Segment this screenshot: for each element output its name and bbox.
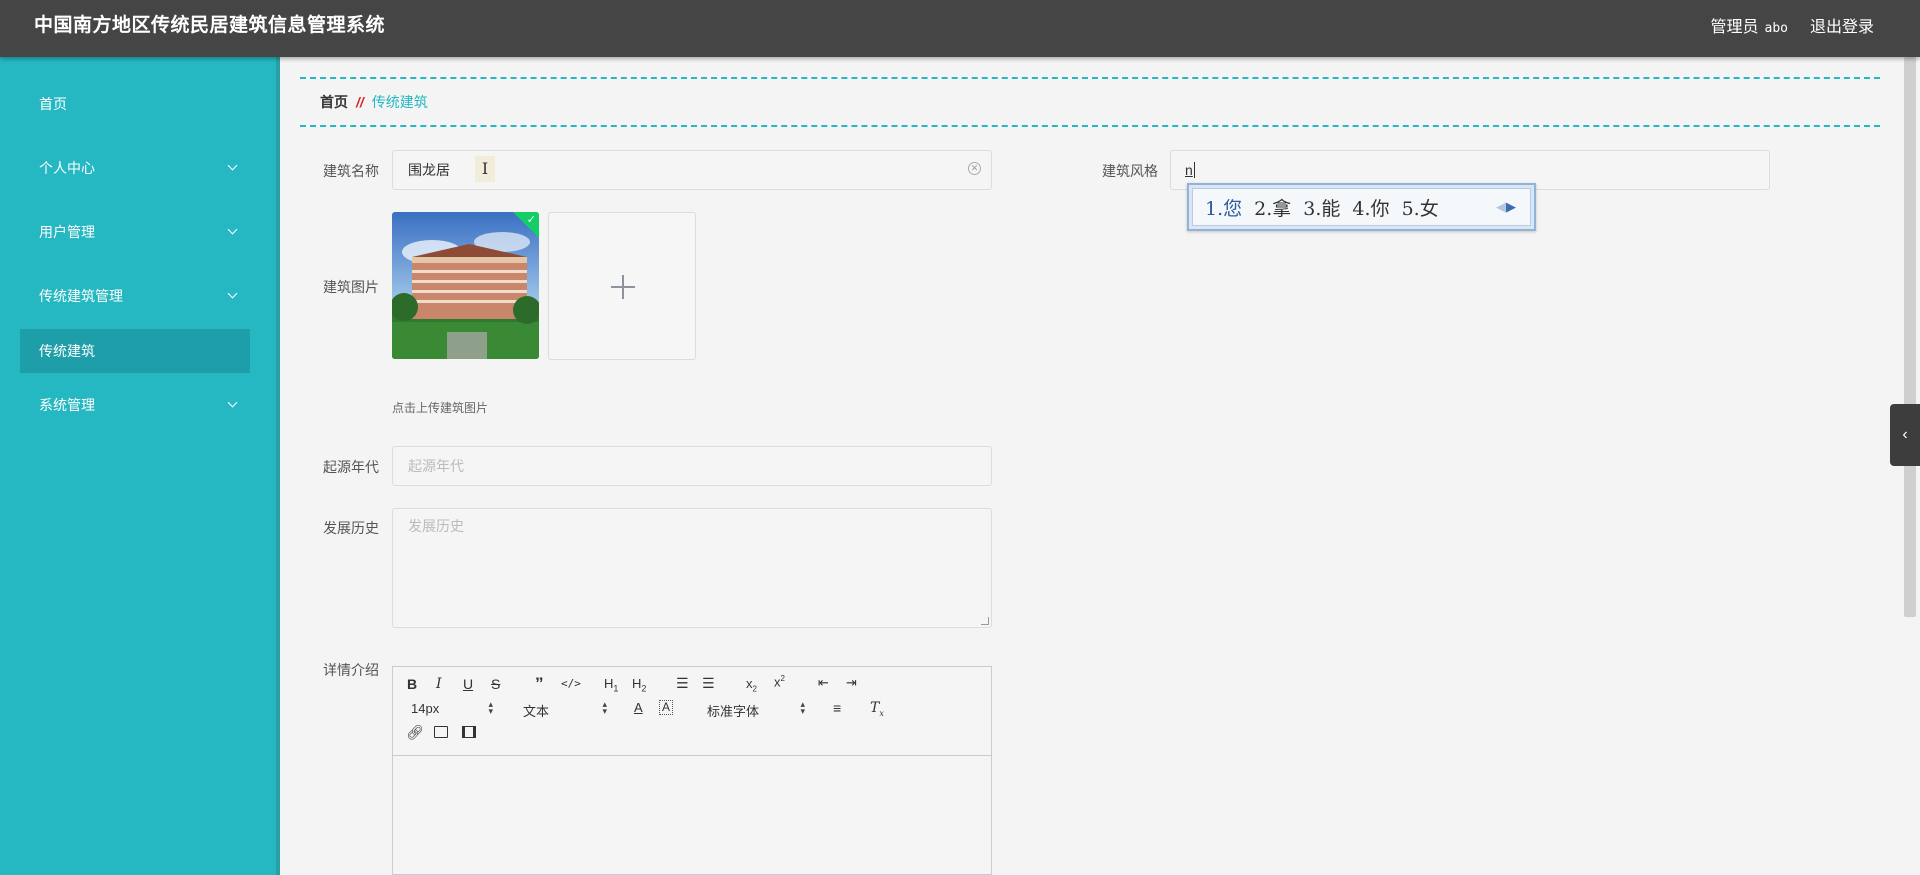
video-icon[interactable] — [462, 726, 476, 738]
sidebar-item-traditional-building[interactable]: 传统建筑 — [20, 329, 250, 373]
building-image-label: 建筑图片 — [323, 279, 379, 295]
strikethrough-icon[interactable]: S — [491, 676, 500, 692]
ime-candidate[interactable]: 4.你 — [1352, 194, 1389, 221]
code-block-icon[interactable]: </> — [561, 677, 581, 690]
font-family-value: 标准字体 — [707, 704, 760, 719]
font-size-select[interactable]: 14px ▴ ▾ — [411, 699, 493, 717]
outdent-icon[interactable]: ⇤ — [818, 675, 829, 691]
sidebar-item-building-management[interactable]: 传统建筑管理 — [20, 274, 250, 318]
sidebar-item-label: 传统建筑 — [39, 343, 95, 359]
align-left-icon[interactable]: ≡ — [833, 700, 841, 716]
sidebar-item-label: 传统建筑管理 — [39, 288, 123, 304]
ime-candidate-popup: 1.您 2.拿 3.能 4.你 5.女 ◀▶ — [1187, 183, 1536, 231]
scrollbar-thumb[interactable] — [1904, 57, 1916, 617]
indent-icon[interactable]: ⇥ — [846, 675, 857, 691]
breadcrumb-home[interactable]: 首页 — [320, 94, 348, 110]
breadcrumb-bottom-border — [300, 125, 1880, 127]
sidebar-item-label: 个人中心 — [39, 160, 95, 176]
breadcrumb-top-border — [300, 77, 1880, 79]
text-caret — [1193, 162, 1195, 178]
background-color-icon[interactable]: A — [659, 700, 674, 715]
sidebar: 首页 个人中心 用户管理 传统建筑管理 传统建筑 系统管理 — [0, 57, 276, 875]
page-scrollbar[interactable] — [1900, 57, 1920, 875]
sidebar-item-label: 系统管理 — [39, 397, 95, 413]
subscript-icon[interactable]: x2 — [746, 676, 757, 694]
resize-handle[interactable] — [981, 617, 989, 625]
chevron-down-icon — [227, 146, 238, 190]
history-textarea[interactable]: 发展历史 — [392, 508, 992, 628]
logout-button[interactable]: 退出登录 — [1810, 13, 1874, 37]
image-icon[interactable] — [434, 726, 448, 738]
origin-era-placeholder: 起源年代 — [408, 458, 464, 474]
superscript-icon[interactable]: x2 — [774, 674, 785, 689]
user-info: 管理员 abo — [1711, 13, 1789, 37]
uploaded-image-thumbnail[interactable]: ✓ — [392, 212, 539, 359]
upload-image-button[interactable] — [548, 212, 696, 360]
font-family-select[interactable]: 标准字体 ▴ ▾ — [707, 699, 805, 720]
select-arrow-icon: ▴ ▾ — [488, 699, 493, 716]
ime-candidate[interactable]: 1.您 — [1205, 194, 1242, 221]
breadcrumb: 首页 // 传统建筑 — [320, 92, 428, 112]
origin-era-label: 起源年代 — [323, 459, 379, 475]
chevron-down-icon — [227, 274, 238, 318]
history-placeholder: 发展历史 — [408, 518, 464, 534]
ime-candidate[interactable]: 2.拿 — [1254, 194, 1291, 221]
image-upload-hint: 点击上传建筑图片 — [392, 401, 489, 415]
sidebar-item-home[interactable]: 首页 — [20, 82, 250, 126]
sidebar-divider — [276, 57, 280, 875]
ordered-list-icon[interactable]: ☰ — [676, 675, 689, 692]
user-role: 管理员 — [1710, 19, 1759, 36]
top-header: 中国南方地区传统民居建筑信息管理系统 管理员 abo 退出登录 — [0, 0, 1920, 57]
select-arrow-icon: ▴ ▾ — [602, 699, 607, 716]
breadcrumb-current: 传统建筑 — [371, 94, 428, 110]
history-label: 发展历史 — [323, 520, 379, 536]
text-cursor-icon: I — [475, 156, 495, 182]
chevron-left-icon: ‹ — [1902, 426, 1908, 443]
editor-toolbar: B I U S ” </> H1 H2 ☰ ☰ x2 x2 ⇤ ⇥ 14px ▴… — [393, 667, 991, 756]
building-name-label: 建筑名称 — [323, 163, 379, 179]
ime-page-nav[interactable]: ◀▶ — [1496, 200, 1516, 215]
select-arrow-icon: ▴ ▾ — [800, 699, 805, 716]
clear-icon[interactable]: ✕ — [968, 162, 981, 175]
font-size-value: 14px — [411, 701, 440, 716]
username: abo — [1764, 21, 1788, 36]
chevron-down-icon — [227, 383, 238, 427]
bullet-list-icon[interactable]: ☰ — [702, 675, 715, 692]
rich-text-editor: B I U S ” </> H1 H2 ☰ ☰ x2 x2 ⇤ ⇥ 14px ▴… — [392, 666, 992, 875]
heading1-icon[interactable]: H1 — [604, 676, 618, 694]
sidebar-item-system-management[interactable]: 系统管理 — [20, 383, 250, 427]
paragraph-format-value: 文本 — [523, 704, 550, 719]
check-icon: ✓ — [526, 214, 536, 226]
underline-icon[interactable]: U — [463, 676, 473, 692]
chevron-down-icon — [227, 210, 238, 254]
detail-label: 详情介绍 — [323, 662, 379, 678]
breadcrumb-separator: // — [356, 94, 364, 110]
bold-icon[interactable]: B — [407, 676, 417, 692]
sidebar-item-label: 用户管理 — [39, 224, 95, 240]
paragraph-format-select[interactable]: 文本 ▴ ▾ — [523, 699, 607, 720]
building-name-input[interactable]: 围龙居 I ✕ — [392, 150, 992, 190]
ime-next-icon[interactable]: ▶ — [1506, 200, 1516, 215]
ime-prev-icon[interactable]: ◀ — [1496, 200, 1506, 215]
app-title: 中国南方地区传统民居建筑信息管理系统 — [34, 14, 386, 36]
side-panel-toggle[interactable]: ‹ — [1890, 404, 1920, 466]
blockquote-icon[interactable]: ” — [535, 674, 544, 694]
sidebar-item-label: 首页 — [39, 96, 67, 112]
sidebar-item-personal-center[interactable]: 个人中心 — [20, 146, 250, 190]
building-style-label: 建筑风格 — [1102, 163, 1158, 179]
building-name-value: 围龙居 — [408, 162, 450, 178]
sidebar-item-user-management[interactable]: 用户管理 — [20, 210, 250, 254]
heading2-icon[interactable]: H2 — [632, 676, 646, 694]
clear-format-icon[interactable]: Tx — [870, 700, 884, 718]
origin-era-input[interactable]: 起源年代 — [392, 446, 992, 486]
building-style-value: n — [1185, 162, 1193, 178]
italic-icon[interactable]: I — [436, 676, 442, 692]
link-icon[interactable]: 🔗︎ — [406, 724, 424, 741]
font-color-icon[interactable]: A — [634, 700, 643, 715]
ime-candidate[interactable]: 3.能 — [1303, 194, 1340, 221]
ime-candidate[interactable]: 5.女 — [1402, 194, 1439, 221]
